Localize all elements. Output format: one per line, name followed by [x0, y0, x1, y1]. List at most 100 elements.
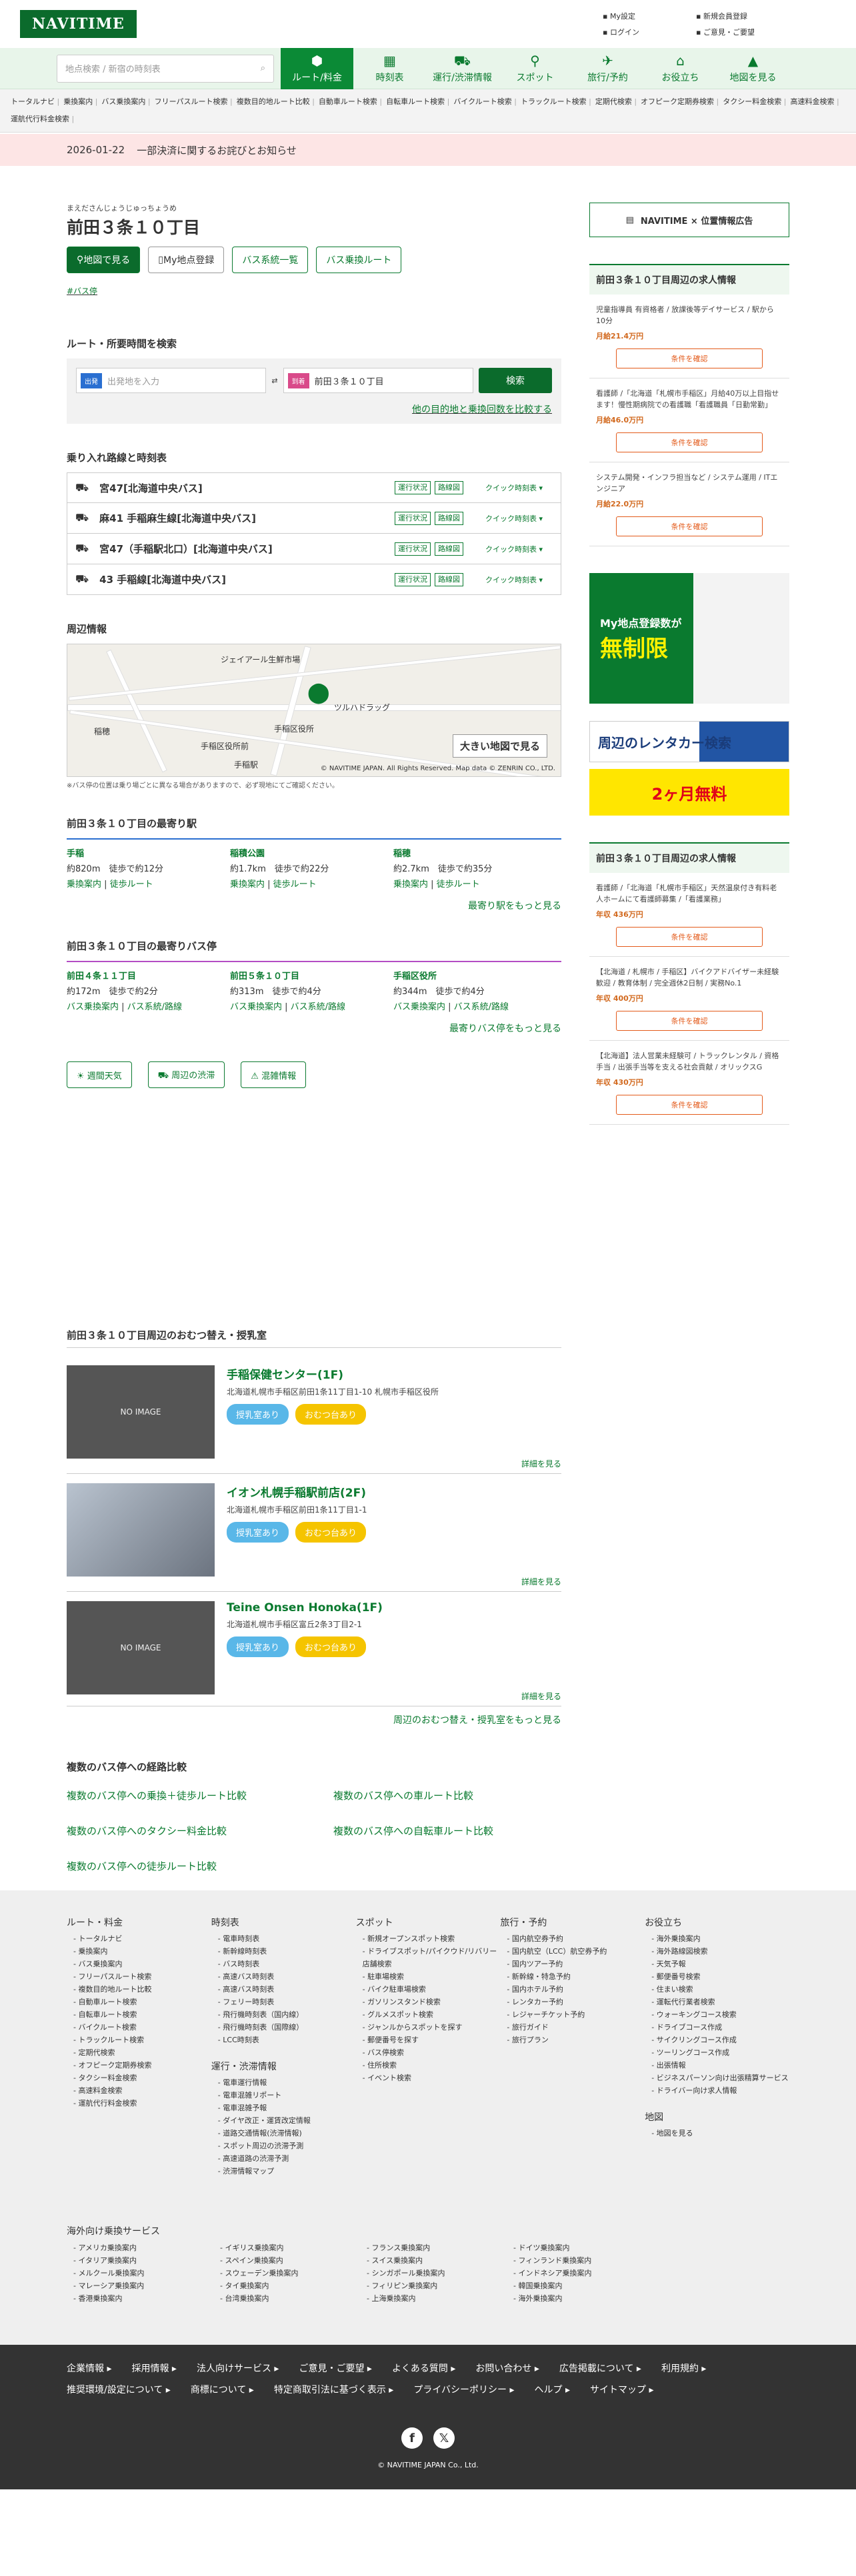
subnav-link[interactable]: トータルナビ — [11, 97, 59, 106]
bottom-link[interactable]: 商標について ▸ — [191, 2379, 254, 2401]
bus-stop-tag[interactable]: #バス停 — [67, 287, 97, 296]
congestion-button[interactable]: ⚠ 混雑情報 — [241, 1061, 307, 1088]
route-link[interactable]: バス系統/路線 — [291, 1002, 345, 1012]
footer-link[interactable]: 運転代行業者検索 — [645, 1996, 789, 2008]
job-text[interactable]: システム開発・インフラ担当など / システム運用 / ITエンジニア — [596, 472, 783, 494]
from-input[interactable]: 出発 出発地を入力 — [76, 368, 267, 393]
bottom-link[interactable]: サイトマップ ▸ — [590, 2379, 653, 2401]
bottom-link[interactable]: ヘルプ ▸ — [535, 2379, 570, 2401]
check-conditions-button[interactable]: 条件を確認 — [616, 1011, 763, 1031]
compare-link[interactable]: 複数のバス停への乗換＋徒歩ルート比較 — [67, 1788, 333, 1802]
quick-timetable-button[interactable]: クイック時刻表 ▾ — [467, 482, 561, 493]
footer-link[interactable]: 地図を見る — [645, 2127, 789, 2140]
abroad-link[interactable]: タイ乗換案内 — [213, 2279, 360, 2292]
detail-link[interactable]: 詳細を見る — [521, 1577, 561, 1587]
route-link[interactable]: バス系統/路線 — [454, 1002, 509, 1012]
transfer-link[interactable]: バス乗換案内 — [393, 1002, 445, 1012]
footer-link[interactable]: バイクルート検索 — [67, 2021, 211, 2034]
abroad-link[interactable]: フィンランド乗換案内 — [507, 2254, 653, 2267]
bus-line-name[interactable]: 宮47[北海道中央バス] — [89, 481, 395, 495]
nav-item[interactable]: ▲ 地図を見る — [717, 48, 789, 89]
footer-link[interactable]: 天気予報 — [645, 1958, 789, 1970]
footer-link[interactable]: バイク駐車場検索 — [356, 1983, 501, 1996]
abroad-link[interactable]: シンガポール乗換案内 — [360, 2267, 507, 2279]
view-map-button[interactable]: ⚲ 地図で見る — [67, 247, 141, 273]
bottom-link[interactable]: ご意見・ご要望 ▸ — [299, 2358, 371, 2379]
bottom-link[interactable]: よくある質問 ▸ — [392, 2358, 455, 2379]
route-link[interactable]: 徒歩ルート — [110, 880, 153, 890]
footer-link[interactable]: 運航代行料金検索 — [67, 2097, 211, 2110]
footer-link[interactable]: 定期代検索 — [67, 2046, 211, 2059]
footer-link[interactable]: スポット周辺の渋滞予測 — [211, 2140, 356, 2152]
facility-name[interactable]: Teine Onsen Honoka(1F) — [227, 1601, 561, 1614]
item-name[interactable]: 前田５条１０丁目 — [230, 969, 393, 984]
route-link[interactable]: バス系統/路線 — [127, 1002, 182, 1012]
status-button[interactable]: 運行状況 — [395, 572, 431, 586]
search-icon[interactable]: ⌕ — [261, 63, 265, 73]
footer-link[interactable]: トラックルート検索 — [67, 2034, 211, 2046]
footer-link[interactable]: 住まい検索 — [645, 1983, 789, 1996]
subnav-link[interactable]: 複数目的地ルート比較 — [237, 97, 315, 106]
footer-link[interactable]: 道路交通情報(渋滞情報) — [211, 2127, 356, 2140]
abroad-link[interactable]: フランス乗換案内 — [360, 2242, 507, 2254]
job-text[interactable]: 看護師 /「北海道「札幌市手稲区」月給40万以上目指せます！慢性期病院での看護職… — [596, 388, 783, 410]
subnav-link[interactable]: バス乗換案内 — [101, 97, 150, 106]
footer-link[interactable]: タクシー料金検索 — [67, 2072, 211, 2084]
transfer-link[interactable]: 乗換案内 — [67, 880, 101, 890]
footer-link[interactable]: サイクリングコース作成 — [645, 2034, 789, 2046]
footer-link[interactable]: 新規オープンスポット検索 — [356, 1932, 501, 1945]
bus-line-name[interactable]: 宮47（手稲駅北口）[北海道中央バス] — [89, 542, 395, 556]
footer-link[interactable]: 高速道路の渋滞予測 — [211, 2152, 356, 2165]
footer-link[interactable]: 複数目的地ルート比較 — [67, 1983, 211, 1996]
footer-link[interactable]: バス停検索 — [356, 2046, 501, 2059]
bus-lines-button[interactable]: バス系統一覧 — [232, 247, 309, 273]
footer-link[interactable]: 出張情報 — [645, 2059, 789, 2072]
bottom-link[interactable]: 利用規約 ▸ — [661, 2358, 706, 2379]
footer-link[interactable]: 電車時刻表 — [211, 1932, 356, 1945]
route-link[interactable]: 徒歩ルート — [273, 880, 317, 890]
abroad-link[interactable]: 台湾乗換案内 — [213, 2292, 360, 2305]
login-link[interactable]: ログイン — [603, 27, 696, 37]
item-name[interactable]: 手稲 — [67, 846, 230, 862]
footer-link[interactable]: 自転車ルート検索 — [67, 2008, 211, 2021]
status-button[interactable]: 運行状況 — [395, 511, 431, 525]
quick-timetable-button[interactable]: クイック時刻表 ▾ — [467, 574, 561, 585]
transfer-link[interactable]: 乗換案内 — [230, 880, 265, 890]
footer-link[interactable]: バス乗換案内 — [67, 1958, 211, 1970]
bottom-link[interactable]: 採用情報 ▸ — [131, 2358, 176, 2379]
bus-line-name[interactable]: 43 手稲線[北海道中央バス] — [89, 572, 395, 586]
subnav-link[interactable]: フリーパスルート検索 — [155, 97, 233, 106]
my-settings-link[interactable]: My設定 — [603, 11, 696, 21]
area-map[interactable]: ジェイアール生鮮市場 手稲区役所 ツルハドラッグ 手稲駅 手稲区役所前 稲穂 ⬤… — [67, 644, 561, 777]
route-link[interactable]: 徒歩ルート — [437, 880, 480, 890]
more-stops-link[interactable]: 最寄りバス停をもっと見る — [449, 1023, 561, 1034]
footer-link[interactable]: 国内航空（LCC）航空券予約 — [500, 1945, 645, 1958]
nav-item[interactable]: ▦ 時刻表 — [353, 48, 426, 89]
nav-item[interactable]: ⬢ ルート/料金 — [281, 47, 353, 89]
item-name[interactable]: 稲穂 — [393, 846, 557, 862]
abroad-link[interactable]: イタリア乗換案内 — [67, 2254, 213, 2267]
footer-link[interactable]: ドライブスポット/パイクウド/リバリー店舗検索 — [356, 1945, 501, 1970]
bus-route-button[interactable]: バス乗換ルート — [316, 247, 402, 273]
facility-name[interactable]: イオン札幌手稲駅前店(2F) — [227, 1483, 561, 1500]
subnav-link[interactable]: オフピーク定期券検索 — [641, 97, 719, 106]
check-conditions-button[interactable]: 条件を確認 — [616, 927, 763, 947]
subnav-link[interactable]: 運航代行料金検索 — [11, 115, 74, 123]
abroad-link[interactable]: インドネシア乗換案内 — [507, 2267, 653, 2279]
footer-link[interactable]: 国内ツアー予約 — [500, 1958, 645, 1970]
notice-text[interactable]: 一部決済に関するお詫びとお知らせ — [137, 143, 297, 157]
footer-link[interactable]: ドライバー向け求人情報 — [645, 2084, 789, 2097]
free-trial-ad[interactable]: 2ヶ月無料 — [589, 769, 789, 816]
status-button[interactable]: 運行状況 — [395, 481, 431, 494]
job-text[interactable]: 看護師 /「北海道「札幌市手稲区」天然温泉付き有料老人ホームにて看護師募集 /「… — [596, 882, 783, 905]
abroad-link[interactable]: 上海乗換案内 — [360, 2292, 507, 2305]
footer-link[interactable]: 住所検索 — [356, 2059, 501, 2072]
traffic-button[interactable]: ⛟ 周辺の渋滞 — [147, 1061, 225, 1088]
compare-link[interactable]: 複数のバス停への車ルート比較 — [333, 1788, 560, 1802]
route-map-button[interactable]: 路線図 — [435, 542, 463, 556]
feedback-link[interactable]: ご意見・ご要望 — [696, 27, 789, 37]
route-map-button[interactable]: 路線図 — [435, 572, 463, 586]
nav-item[interactable]: ⛟ 運行/渋滞情報 — [426, 48, 499, 89]
abroad-link[interactable]: 香港乗換案内 — [67, 2292, 213, 2305]
compare-link[interactable]: 複数のバス停への徒歩ルート比較 — [67, 1859, 333, 1873]
